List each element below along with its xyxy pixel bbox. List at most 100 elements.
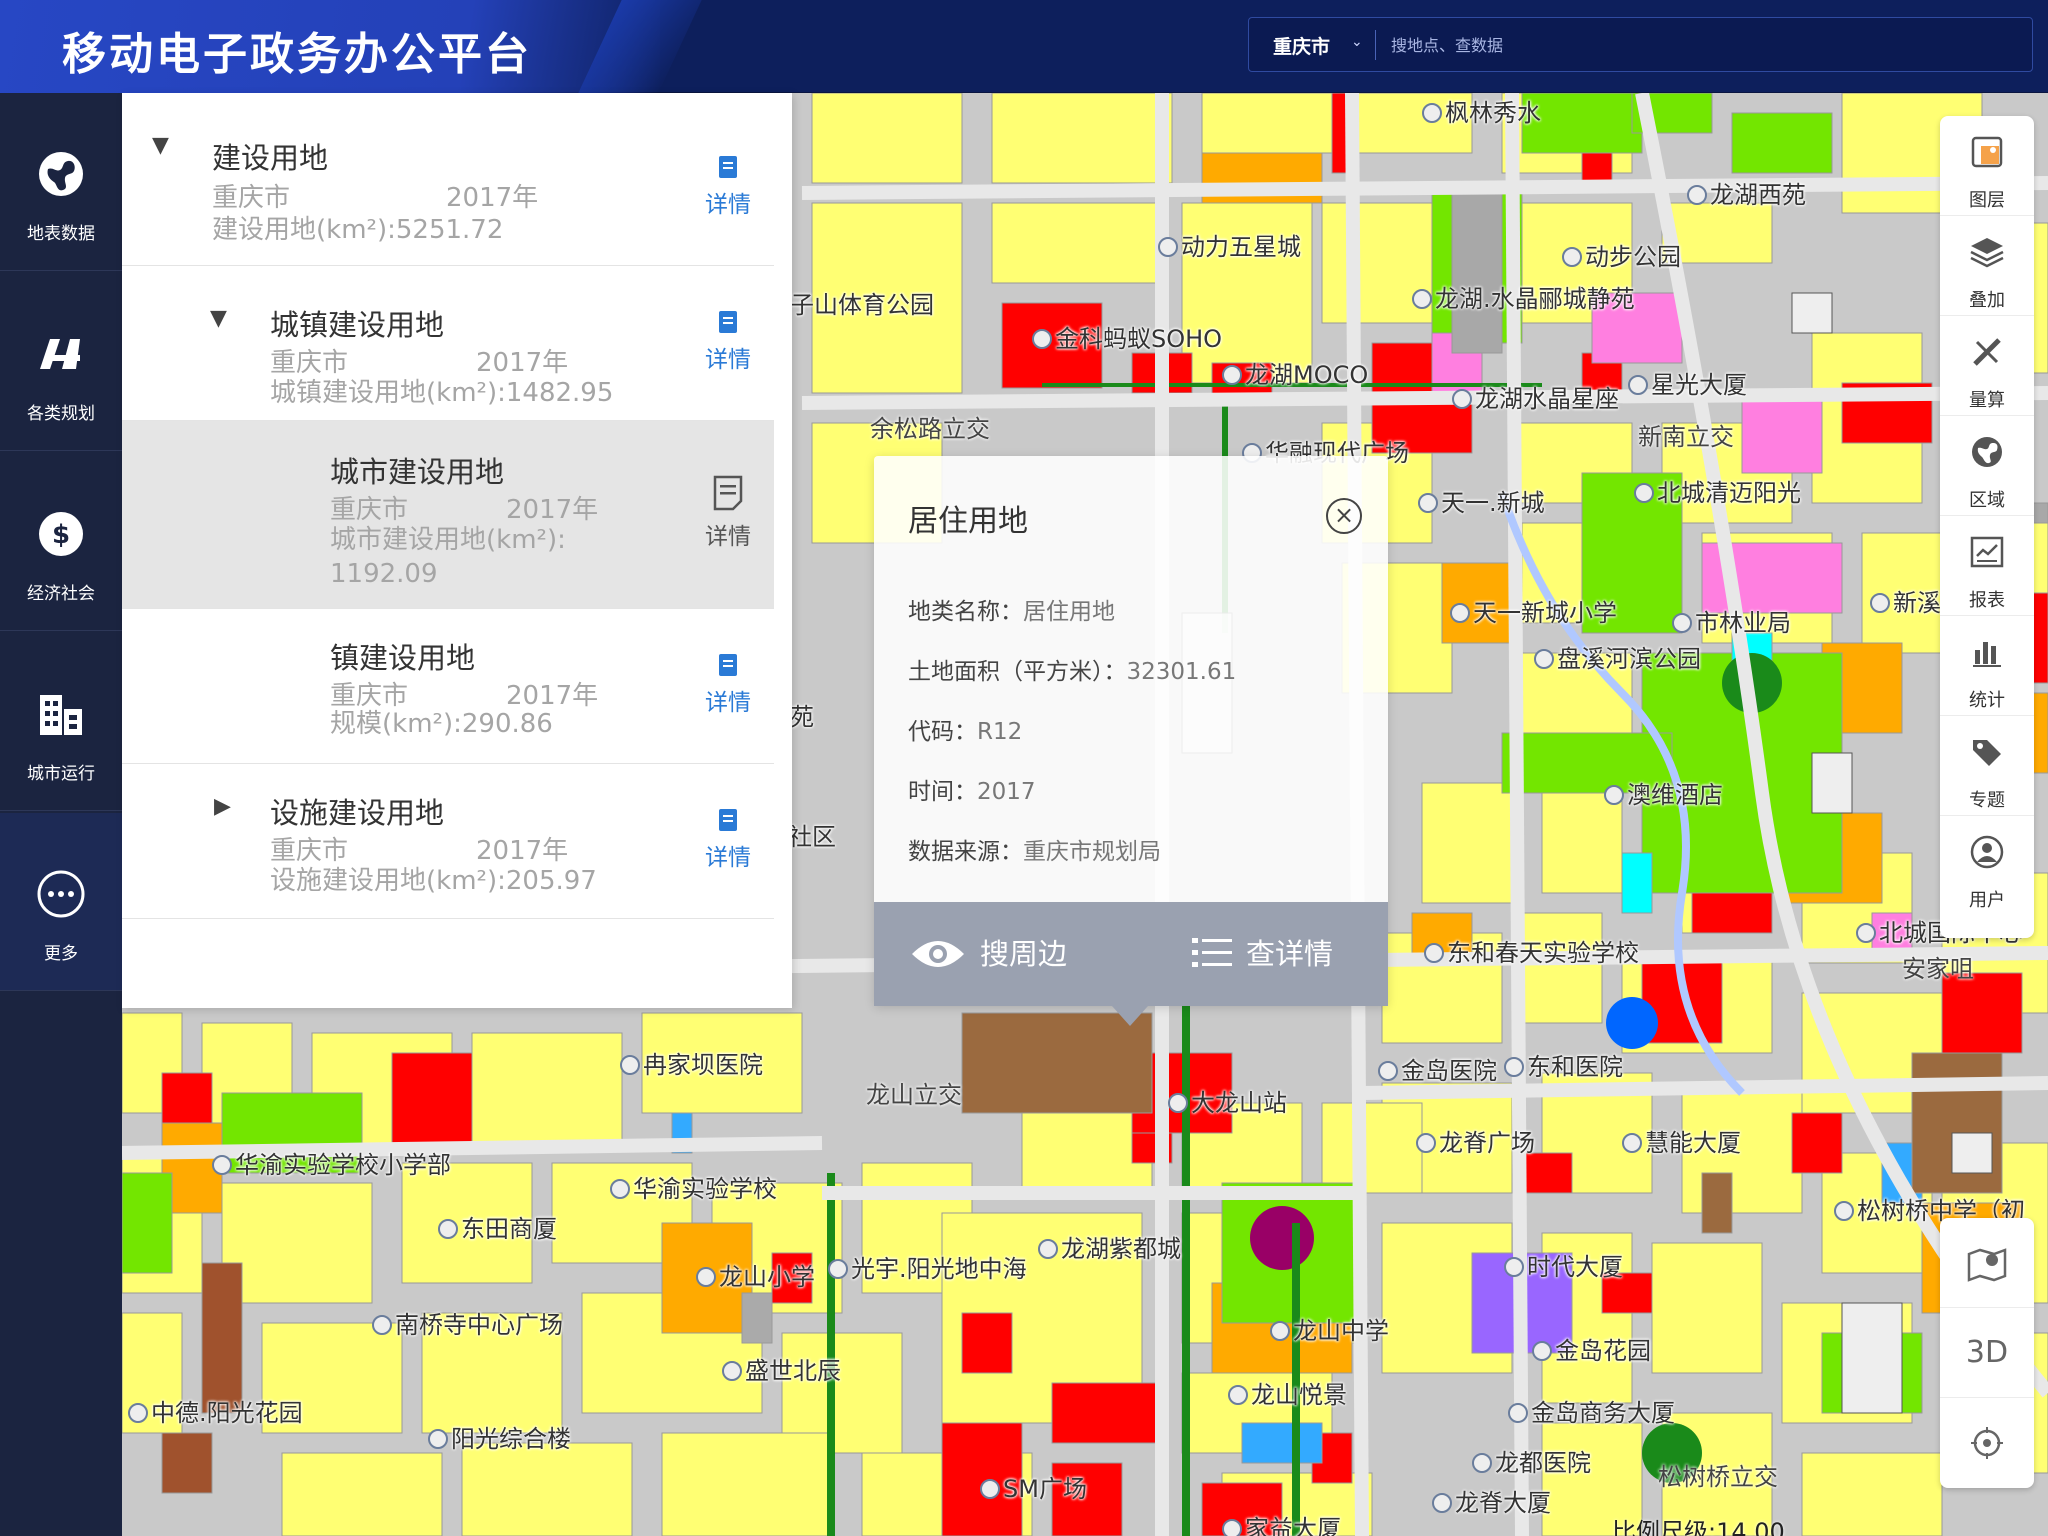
poi-label[interactable]: 动力五星城 xyxy=(1158,227,1301,262)
poi-label[interactable]: 东田商厦 xyxy=(438,1209,557,1244)
toolbar-layers[interactable]: 图层 xyxy=(1940,116,2034,216)
poi-label[interactable]: 苑 xyxy=(790,697,814,732)
detail-button[interactable]: 详情 xyxy=(698,653,758,717)
detail-button[interactable]: 详情 xyxy=(698,155,758,219)
poi-label[interactable]: 东和医院 xyxy=(1504,1047,1623,1082)
city-selector[interactable]: 重庆市 xyxy=(1273,32,1330,59)
search-input[interactable] xyxy=(1391,26,1991,64)
poi-label[interactable]: 中德.阳光花园 xyxy=(128,1393,303,1428)
list-item[interactable]: 镇建设用地 重庆市 2017年 规模(km²):290.86 详情 xyxy=(122,609,774,764)
poi-icon xyxy=(428,1429,448,1449)
road-label: 松树桥立交 xyxy=(1658,1463,1778,1491)
poi-label[interactable]: 冉家坝医院 xyxy=(620,1045,763,1080)
locate-icon xyxy=(1971,1427,2003,1459)
poi-label[interactable]: 时代大厦 xyxy=(1504,1247,1623,1282)
expand-triangle-down-icon[interactable]: ▼ xyxy=(210,306,227,331)
list-item[interactable]: ▼ 建设用地 重庆市 2017年 建设用地(km²):5251.72 详情 xyxy=(122,93,774,266)
toolbar-measure[interactable]: 量算 xyxy=(1940,316,2034,416)
list-item[interactable]: ▼ 城镇建设用地 重庆市 2017年 城镇建设用地(km²):1482.95 详… xyxy=(122,266,774,421)
poi-label[interactable]: 市林业局 xyxy=(1672,603,1791,638)
poi-icon xyxy=(1870,593,1890,613)
poi-label[interactable]: 龙湖.水晶郦城静苑 xyxy=(1412,279,1635,314)
poi-label[interactable]: 北城清迈阳光 xyxy=(1634,473,1801,508)
poi-label[interactable]: 新溪 xyxy=(1870,583,1941,618)
poi-icon xyxy=(438,1219,458,1239)
chevron-down-icon[interactable]: ⌄ xyxy=(1351,34,1363,50)
toolbar-label: 报表 xyxy=(1969,590,2005,611)
list-item-metric: 规模(km²):290.86 xyxy=(330,709,553,739)
poi-label[interactable]: 子山体育公园 xyxy=(790,285,934,320)
poi-label[interactable]: 华渝实验学校小学部 xyxy=(212,1145,451,1180)
poi-label[interactable]: 大龙山站 xyxy=(1168,1083,1287,1118)
poi-label[interactable]: 金科蚂蚁SOHO xyxy=(1032,319,1222,354)
poi-label[interactable]: 龙都医院 xyxy=(1472,1443,1591,1478)
user-icon xyxy=(1970,835,2004,869)
nav-item-more[interactable]: 更多 xyxy=(0,813,122,991)
toolbar-region[interactable]: 区域 xyxy=(1940,416,2034,516)
view-details-button[interactable]: 查详情 xyxy=(1192,902,1333,1006)
poi-label[interactable]: 家益大厦 xyxy=(1222,1509,1341,1536)
poi-icon xyxy=(1038,1239,1058,1259)
poi-icon xyxy=(1450,603,1470,623)
poi-label[interactable]: 南桥寺中心广场 xyxy=(372,1305,563,1340)
list-item[interactable]: ▶ 设施建设用地 重庆市 2017年 设施建设用地(km²):205.97 详情 xyxy=(122,764,774,919)
3d-toggle-button[interactable]: 3D xyxy=(1940,1308,2034,1398)
poi-label[interactable]: 天一.新城 xyxy=(1418,483,1545,518)
poi-label[interactable]: 澳维酒店 xyxy=(1604,775,1723,810)
poi-label[interactable]: 金岛商务大厦 xyxy=(1508,1393,1675,1428)
poi-label[interactable]: 龙山悦景 xyxy=(1228,1375,1347,1410)
expand-triangle-down-icon[interactable]: ▼ xyxy=(152,133,169,158)
locate-button[interactable] xyxy=(1940,1398,2034,1488)
toolbar-overlay[interactable]: 叠加 xyxy=(1940,216,2034,316)
poi-label[interactable]: 天一新城小学 xyxy=(1450,593,1617,628)
poi-icon xyxy=(1634,483,1654,503)
poi-icon xyxy=(1222,365,1242,385)
poi-label[interactable]: 枫林秀水 xyxy=(1422,93,1541,128)
poi-label[interactable]: 金岛医院 xyxy=(1378,1051,1497,1086)
poi-label[interactable]: 星光大厦 xyxy=(1628,365,1747,400)
poi-label[interactable]: 龙山中学 xyxy=(1270,1311,1389,1346)
expand-triangle-right-icon[interactable]: ▶ xyxy=(214,794,231,819)
detail-label: 详情 xyxy=(705,192,751,218)
poi-label[interactable]: SM广场 xyxy=(980,1469,1087,1504)
list-item-name: 镇建设用地 xyxy=(330,641,476,675)
poi-label[interactable]: 龙湖紫都城 xyxy=(1038,1229,1181,1264)
toolbar-topic[interactable]: 专题 xyxy=(1940,716,2034,816)
toolbar-user[interactable]: 用户 xyxy=(1940,816,2034,916)
poi-icon xyxy=(1032,329,1052,349)
detail-button[interactable]: 详情 xyxy=(698,808,758,872)
poi-label[interactable]: 盛世北辰 xyxy=(722,1351,841,1386)
nav-item-planning[interactable]: 各类规划 xyxy=(0,273,122,451)
poi-label[interactable]: 龙湖西苑 xyxy=(1687,175,1806,210)
poi-label[interactable]: 慧能大厦 xyxy=(1622,1123,1741,1158)
nav-item-surface-data[interactable]: 地表数据 xyxy=(0,93,122,271)
poi-label[interactable]: 动步公园 xyxy=(1562,237,1681,272)
nav-item-economy[interactable]: $ 经济社会 xyxy=(0,453,122,631)
close-icon[interactable]: × xyxy=(1326,498,1362,534)
region-globe-icon xyxy=(1972,437,2002,467)
app-header: 移动电子政务办公平台 重庆市 ⌄ xyxy=(0,0,2048,93)
toolbar-statistics[interactable]: 统计 xyxy=(1940,616,2034,716)
list-item-selected[interactable]: 城市建设用地 重庆市 2017年 城市建设用地(km²): 1192.09 详情 xyxy=(122,421,774,609)
detail-button[interactable]: 详情 xyxy=(698,310,758,374)
toolbar-report[interactable]: 报表 xyxy=(1940,516,2034,616)
poi-label[interactable]: 盘溪河滨公园 xyxy=(1534,639,1701,674)
poi-label[interactable]: 龙山小学 xyxy=(696,1257,815,1292)
poi-label[interactable]: 社区 xyxy=(788,817,836,852)
poi-label[interactable]: 华渝实验学校 xyxy=(610,1169,777,1204)
poi-label[interactable]: 龙湖MOCO xyxy=(1222,355,1368,390)
nav-item-city-ops[interactable]: 城市运行 xyxy=(0,633,122,811)
poi-label[interactable]: 光宇.阳光地中海 xyxy=(828,1249,1027,1284)
search-nearby-button[interactable]: 搜周边 xyxy=(910,902,1067,1006)
poi-label[interactable]: 阳光综合楼 xyxy=(428,1419,571,1454)
poi-icon xyxy=(722,1361,742,1381)
poi-label[interactable]: 龙脊大厦 xyxy=(1432,1483,1551,1518)
map-view-button[interactable] xyxy=(1940,1218,2034,1308)
poi-icon xyxy=(1534,649,1554,669)
poi-icon xyxy=(1158,237,1178,257)
poi-label[interactable]: 龙湖水晶星座 xyxy=(1452,379,1619,414)
poi-label[interactable]: 金岛花园 xyxy=(1532,1331,1651,1366)
detail-button[interactable]: 详情 xyxy=(698,475,758,551)
poi-label[interactable]: 龙脊广场 xyxy=(1416,1123,1535,1158)
poi-label[interactable]: 东和春天实验学校 xyxy=(1424,933,1639,968)
